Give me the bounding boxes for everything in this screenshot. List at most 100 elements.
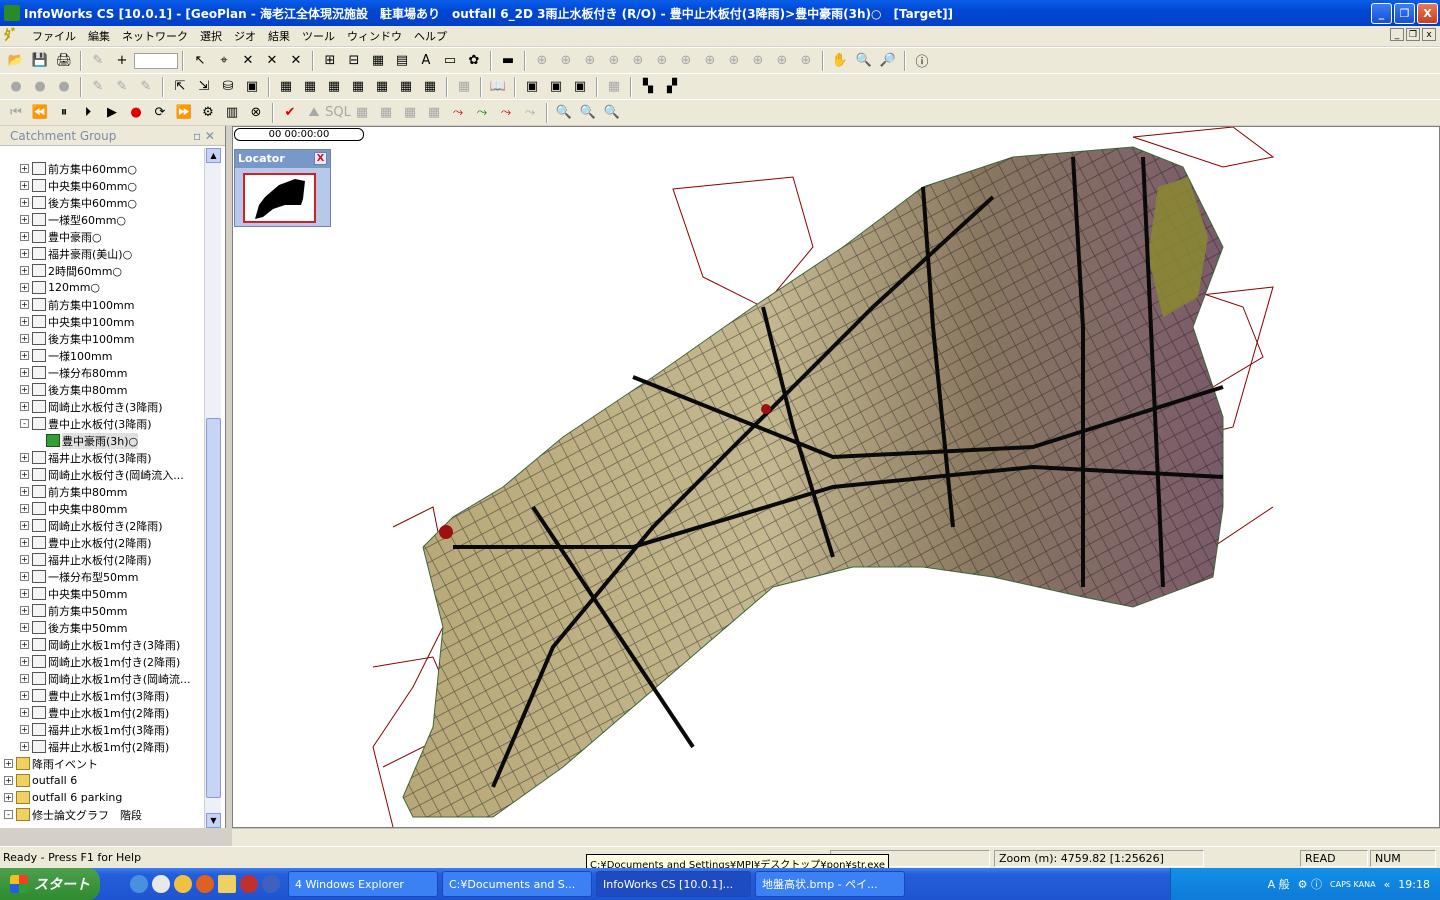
expand-icon[interactable]: + [20, 215, 29, 224]
tree-item[interactable]: + 福井止水板1m付(3降雨) [0, 721, 204, 738]
table-e-icon[interactable]: ▦ [370, 76, 394, 98]
expand-icon[interactable]: + [20, 249, 29, 258]
sym-a-icon[interactable]: ▚ [636, 76, 660, 98]
tree-item[interactable]: +2時間60mm○ [0, 262, 204, 279]
tree-item[interactable]: + 岡崎止水板1m付き(岡崎流... [0, 670, 204, 687]
box-icon[interactable]: ▣ [240, 76, 264, 98]
firefox-icon[interactable] [196, 875, 214, 893]
tree-item[interactable]: - 修士論文グラフ 階段 [0, 806, 204, 823]
find-b-icon[interactable]: 🔍 [576, 102, 600, 124]
app-icon[interactable] [240, 875, 258, 893]
tool-e-icon[interactable]: ✿ [462, 50, 486, 72]
task-paint[interactable]: 地盤高状.bmp - ペイ... [755, 871, 905, 897]
tree-item[interactable]: + 一様分布80mm [0, 364, 204, 381]
tree-item[interactable]: + 豊中止水板1m付(2降雨) [0, 704, 204, 721]
trace-b-icon[interactable]: ⤳ [470, 102, 494, 124]
query-icon[interactable]: ⇲ [192, 76, 216, 98]
tree-item[interactable]: + 福井止水板付(3降雨) [0, 449, 204, 466]
map-canvas[interactable] [233, 126, 1439, 828]
tree-item[interactable]: + 岡崎止水板付き(岡崎流入... [0, 466, 204, 483]
task-windows-explorer[interactable]: 4 Windows Explorer [288, 871, 438, 897]
expand-icon[interactable]: + [20, 368, 29, 377]
menu-select[interactable]: 選択 [194, 28, 228, 44]
expand-icon[interactable]: + [20, 555, 29, 564]
expand-icon[interactable]: + [20, 708, 29, 717]
tree-item[interactable]: - 豊中止水板付(3降雨) [0, 415, 204, 432]
delete-node-icon[interactable]: ✕ [236, 50, 260, 72]
expand-icon[interactable]: + [20, 589, 29, 598]
add-icon[interactable]: + [110, 50, 134, 72]
task-infoworks[interactable]: InfoWorks CS [10.0.1]... [596, 871, 751, 897]
zoom-in-icon[interactable]: 🔍 [852, 50, 876, 72]
expand-icon[interactable]: + [4, 759, 13, 768]
tree-item[interactable]: + 後方集中60mm○ [0, 194, 204, 211]
expand-icon[interactable]: + [20, 402, 29, 411]
cylinder-icon[interactable]: ⛁ [216, 76, 240, 98]
tree-item[interactable]: + 後方集中100mm [0, 330, 204, 347]
expand-icon[interactable]: + [20, 504, 29, 513]
expand-icon[interactable]: + [20, 691, 29, 700]
tree-item[interactable]: + 福井止水板付(2降雨) [0, 551, 204, 568]
save-icon[interactable]: 💾 [28, 50, 52, 72]
close-button[interactable]: X [1417, 2, 1438, 24]
tree-item[interactable]: 豊中豪雨(3h)○ [0, 432, 204, 449]
tree-item[interactable]: + 豊中止水板1m付(3降雨) [0, 687, 204, 704]
folder-icon[interactable] [218, 875, 236, 893]
mdi-close-button[interactable]: x [1422, 28, 1436, 41]
task-command-prompt[interactable]: C:¥Documents and S... [442, 871, 592, 897]
tree-item[interactable]: + 豊中豪雨○ [0, 228, 204, 245]
pointer-icon[interactable]: ↖ [188, 50, 212, 72]
tree-item[interactable]: + 前方集中100mm [0, 296, 204, 313]
tree-item[interactable]: + 一様型60mm○ [0, 211, 204, 228]
menu-network[interactable]: ネットワーク [116, 28, 194, 44]
tray-icons[interactable]: ⚙ ⓘ [1298, 876, 1322, 892]
expand-icon[interactable]: + [20, 538, 29, 547]
tool-g-icon[interactable]: ▥ [220, 102, 244, 124]
table-g-icon[interactable]: ▦ [418, 76, 442, 98]
tool-f-icon[interactable]: ⚙ [196, 102, 220, 124]
ie-icon[interactable] [130, 875, 148, 893]
text-icon[interactable]: A [414, 50, 438, 72]
expand-icon[interactable]: + [20, 623, 29, 632]
select-icon[interactable]: ⌖ [212, 50, 236, 72]
table-c-icon[interactable]: ▦ [322, 76, 346, 98]
expand-icon[interactable]: + [4, 793, 13, 802]
print-icon[interactable]: 🖨 [52, 50, 76, 72]
collapse-icon[interactable]: - [20, 419, 29, 428]
tree-item[interactable]: + 前方集中80mm [0, 483, 204, 500]
geoplan-map[interactable] [232, 126, 1440, 828]
expand-icon[interactable]: + [20, 300, 29, 309]
locator-close-button[interactable]: X [314, 152, 327, 165]
tree-item[interactable]: + 中央集中80mm [0, 500, 204, 517]
book-icon[interactable]: 📖 [486, 76, 510, 98]
tool-c-icon[interactable]: ▦ [366, 50, 390, 72]
menu-geo[interactable]: ジオ [228, 28, 262, 44]
sql-icon[interactable]: SQL [325, 102, 351, 124]
tree-item[interactable]: + 岡崎止水板1m付き(3降雨) [0, 636, 204, 653]
play-icon[interactable]: ▶ [100, 102, 124, 124]
info-icon[interactable]: ⓘ [910, 50, 934, 72]
sym-b-icon[interactable]: ▞ [660, 76, 684, 98]
scroll-up-icon[interactable]: ▲ [206, 148, 221, 163]
table-b-icon[interactable]: ▦ [298, 76, 322, 98]
rewind-icon[interactable]: ⏮ [4, 102, 28, 124]
open-icon[interactable]: 📂 [4, 50, 28, 72]
expand-icon[interactable]: + [20, 640, 29, 649]
explorer-tree[interactable]: + 前方集中60mm○ + 中央集中60mm○ + 後方集中60mm○ + 一様型60mm○ +… [0, 148, 204, 828]
tree-item[interactable]: +120mm○ [0, 279, 204, 296]
view-a-icon[interactable]: ▣ [520, 76, 544, 98]
expand-icon[interactable]: + [20, 351, 29, 360]
pan-icon[interactable]: ✋ [828, 50, 852, 72]
tree-item[interactable]: + outfall 6 parking [0, 789, 204, 806]
expand-icon[interactable]: + [20, 181, 29, 190]
maximize-button[interactable]: ❐ [1394, 2, 1415, 24]
menu-file[interactable]: ファイル [26, 28, 82, 44]
tree-item[interactable]: + 岡崎止水板付き(2降雨) [0, 517, 204, 534]
delete-link-icon[interactable]: ✕ [260, 50, 284, 72]
tool-icon[interactable]: ✎ [86, 50, 110, 72]
step-forward-icon[interactable]: ⏵ [76, 102, 100, 124]
tree-item[interactable]: + 福井止水板1m付(2降雨) [0, 738, 204, 755]
combo-box[interactable] [134, 52, 178, 69]
tree-item[interactable]: + 降雨イベント [0, 755, 204, 772]
view-b-icon[interactable]: ▣ [544, 76, 568, 98]
